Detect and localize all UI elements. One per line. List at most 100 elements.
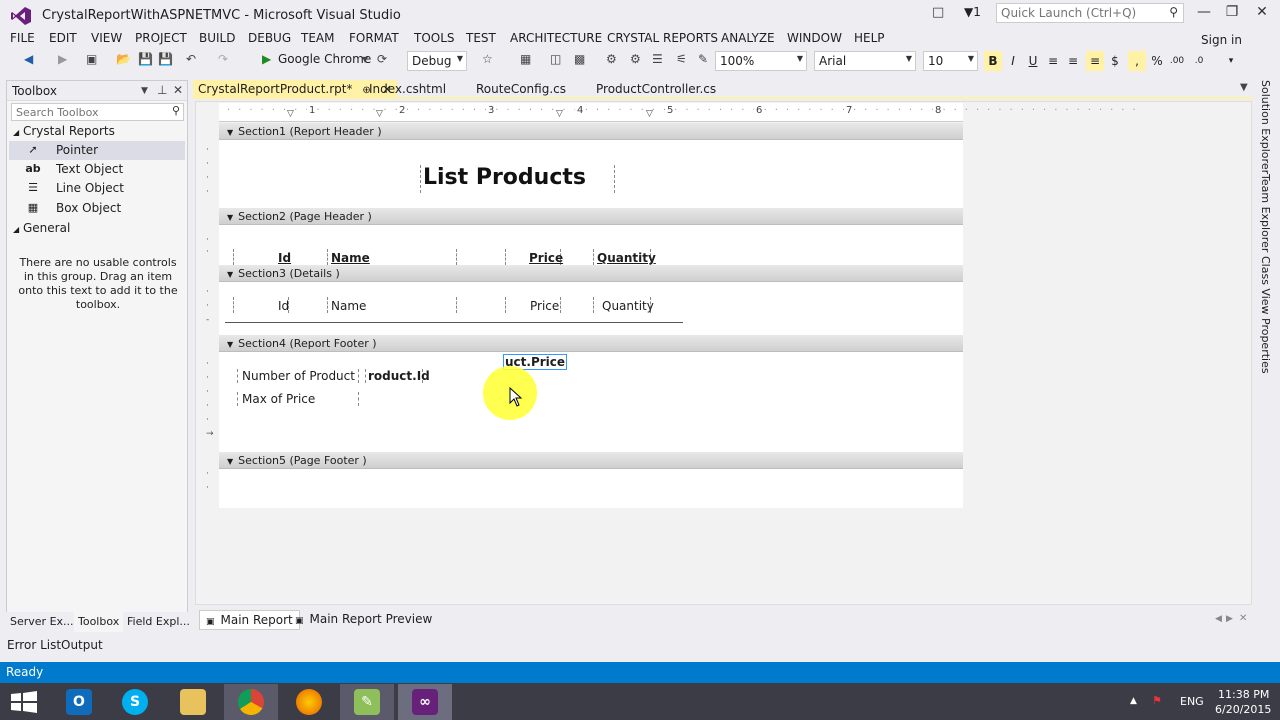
tab-server-explorer[interactable]: Server Ex... bbox=[6, 612, 78, 632]
toolbox-group-crystal-reports[interactable]: ◢ Crystal Reports bbox=[13, 124, 115, 138]
toolbox-group-general[interactable]: ◢ General bbox=[13, 221, 70, 235]
report-title-text-object[interactable]: List Products bbox=[420, 165, 615, 193]
insert-field-icon[interactable]: ▩ bbox=[574, 52, 585, 66]
menu-test[interactable]: TEST bbox=[466, 31, 496, 45]
tab-output[interactable]: Output bbox=[61, 638, 103, 652]
scroll-left-icon[interactable]: ◀ bbox=[1215, 614, 1222, 624]
section-details[interactable]: ▼ Section3 (Details ) bbox=[219, 265, 963, 282]
tab-index-cshtml[interactable]: Index.cshtml bbox=[364, 80, 451, 99]
restore-button[interactable]: ❐ bbox=[1220, 4, 1244, 24]
header-name-field[interactable]: Name bbox=[327, 251, 374, 265]
configuration-select[interactable]: Debug ▼ bbox=[407, 51, 467, 71]
header-id-field[interactable]: Id bbox=[274, 251, 295, 265]
quick-launch-box[interactable]: ⚲ bbox=[996, 3, 1184, 23]
taskbar-firefox[interactable] bbox=[282, 684, 336, 720]
network-icon[interactable]: ⚑ bbox=[1152, 694, 1162, 707]
menu-project[interactable]: PROJECT bbox=[135, 31, 187, 45]
tab-solution-explorer[interactable]: Solution Explorer bbox=[1259, 80, 1272, 174]
toolbox-item-box-object[interactable]: ▦ Box Object bbox=[9, 199, 185, 218]
save-all-icon[interactable]: 💾 bbox=[158, 52, 173, 66]
collapse-arrow-icon[interactable]: ▼ bbox=[227, 457, 233, 466]
close-icon[interactable]: ✕ bbox=[1239, 613, 1247, 624]
align-icon[interactable]: ▦ bbox=[520, 52, 531, 66]
format-painter-icon[interactable]: ✎ bbox=[698, 52, 708, 66]
details-name-field[interactable]: Name bbox=[327, 299, 370, 313]
taskbar-outlook[interactable]: O bbox=[52, 684, 106, 720]
feedback-filter-icon[interactable]: ▼1 bbox=[964, 5, 981, 19]
close-icon[interactable]: ✕ bbox=[173, 83, 183, 97]
scroll-right-icon[interactable]: ▶ bbox=[1226, 614, 1233, 624]
toolbar-overflow-icon[interactable]: ▾ bbox=[1222, 51, 1240, 71]
forward-icon[interactable]: ▶ bbox=[58, 52, 67, 66]
tab-class-view[interactable]: Class View bbox=[1259, 256, 1272, 315]
menu-architecture[interactable]: ARCHITECTURE bbox=[510, 31, 602, 45]
number-of-product-label[interactable]: Number of Product bbox=[237, 369, 359, 383]
tab-error-list[interactable]: Error List bbox=[7, 638, 61, 652]
notification-icon[interactable]: □ bbox=[932, 5, 944, 20]
taskbar-file-explorer[interactable] bbox=[166, 684, 220, 720]
browser-select[interactable]: Google Chrome bbox=[278, 52, 371, 66]
find-icon[interactable]: ☆ bbox=[482, 52, 493, 66]
menu-tools[interactable]: TOOLS bbox=[414, 31, 455, 45]
clock-time[interactable]: 11:38 PM bbox=[1218, 688, 1269, 701]
ruler-guide-marker-icon[interactable]: ▽ bbox=[287, 109, 294, 119]
undo-icon[interactable]: ↶ bbox=[186, 52, 196, 66]
window-position-icon[interactable]: ▼ bbox=[141, 86, 148, 96]
refresh-icon[interactable]: ⟳ bbox=[377, 52, 387, 66]
increase-decimals-icon[interactable]: .00 bbox=[1168, 51, 1186, 71]
tab-main-report-preview[interactable]: ▣ Main Report Preview bbox=[289, 610, 438, 630]
menu-edit[interactable]: EDIT bbox=[49, 31, 77, 45]
show-hidden-icons-icon[interactable]: ▲ bbox=[1130, 696, 1137, 706]
max-of-price-label[interactable]: Max of Price bbox=[237, 392, 359, 406]
menu-help[interactable]: HELP bbox=[854, 31, 885, 45]
collapse-arrow-icon[interactable]: ▼ bbox=[227, 213, 233, 222]
toolbox-empty-message[interactable]: There are no usable controls in this gro… bbox=[17, 256, 179, 312]
menu-file[interactable]: FILE bbox=[10, 31, 35, 45]
ruler-guide-marker-icon[interactable]: ▽ bbox=[556, 109, 563, 119]
section-report-header[interactable]: ▼ Section1 (Report Header ) bbox=[219, 123, 963, 140]
ruler-guide-marker-icon[interactable]: ▽ bbox=[646, 109, 653, 119]
windows-start-icon[interactable] bbox=[11, 691, 37, 713]
taskbar-chrome[interactable] bbox=[224, 684, 278, 720]
percent-icon[interactable]: % bbox=[1148, 51, 1166, 71]
minimize-button[interactable]: — bbox=[1192, 4, 1216, 24]
redo-icon[interactable]: ↷ bbox=[218, 52, 228, 66]
toolbox-item-pointer[interactable]: ➚ Pointer bbox=[9, 141, 185, 160]
group-expert-icon[interactable]: ⚙ bbox=[630, 52, 641, 66]
pin-icon[interactable]: ⊥ bbox=[157, 83, 167, 97]
toolbox-item-text-object[interactable]: ab Text Object bbox=[9, 160, 185, 179]
menu-team[interactable]: TEAM bbox=[301, 31, 334, 45]
close-button[interactable]: ✕ bbox=[1250, 4, 1274, 24]
tab-field-explorer[interactable]: Field Expl... bbox=[123, 612, 194, 632]
menu-debug[interactable]: DEBUG bbox=[248, 31, 291, 45]
taskbar-visual-studio[interactable]: ∞ bbox=[398, 684, 452, 720]
tab-toolbox[interactable]: Toolbox bbox=[74, 612, 124, 632]
collapse-arrow-icon[interactable]: ▼ bbox=[227, 270, 233, 279]
tab-route-config[interactable]: RouteConfig.cs bbox=[471, 80, 571, 99]
tab-properties[interactable]: Properties bbox=[1259, 318, 1272, 374]
italic-icon[interactable]: I bbox=[1004, 51, 1022, 71]
menu-format[interactable]: FORMAT bbox=[349, 31, 399, 45]
collapse-arrow-icon[interactable]: ▼ bbox=[227, 340, 233, 349]
report-canvas[interactable]: ▼ Section1 (Report Header ) List Products… bbox=[219, 123, 963, 508]
menu-window[interactable]: WINDOW bbox=[787, 31, 842, 45]
menu-view[interactable]: VIEW bbox=[91, 31, 122, 45]
back-icon[interactable]: ◀ bbox=[24, 52, 33, 66]
ruler-guide-marker-icon[interactable]: ▽ bbox=[376, 109, 383, 119]
align-left-icon[interactable]: ≡ bbox=[1044, 51, 1062, 71]
details-price-field[interactable]: Price bbox=[526, 299, 563, 313]
tab-product-controller[interactable]: ProductController.cs bbox=[591, 80, 721, 99]
menu-analyze[interactable]: ANALYZE bbox=[721, 31, 775, 45]
taskbar-notepad[interactable]: ✎ bbox=[340, 684, 394, 720]
font-size-select[interactable]: 10 ▼ bbox=[923, 51, 978, 71]
toolbox-item-line-object[interactable]: ☰ Line Object bbox=[9, 179, 185, 198]
record-selection-icon[interactable]: ⚟ bbox=[676, 52, 687, 66]
menu-build[interactable]: BUILD bbox=[199, 31, 235, 45]
details-line-object[interactable] bbox=[225, 322, 683, 323]
open-file-icon[interactable]: 📂 bbox=[116, 52, 131, 66]
document-list-dropdown-icon[interactable]: ▼ bbox=[1240, 82, 1248, 93]
currency-icon[interactable]: $ bbox=[1106, 51, 1124, 71]
font-select[interactable]: Arial ▼ bbox=[814, 51, 916, 71]
save-icon[interactable]: 💾 bbox=[138, 52, 153, 66]
clock-date[interactable]: 6/20/2015 bbox=[1215, 703, 1271, 716]
